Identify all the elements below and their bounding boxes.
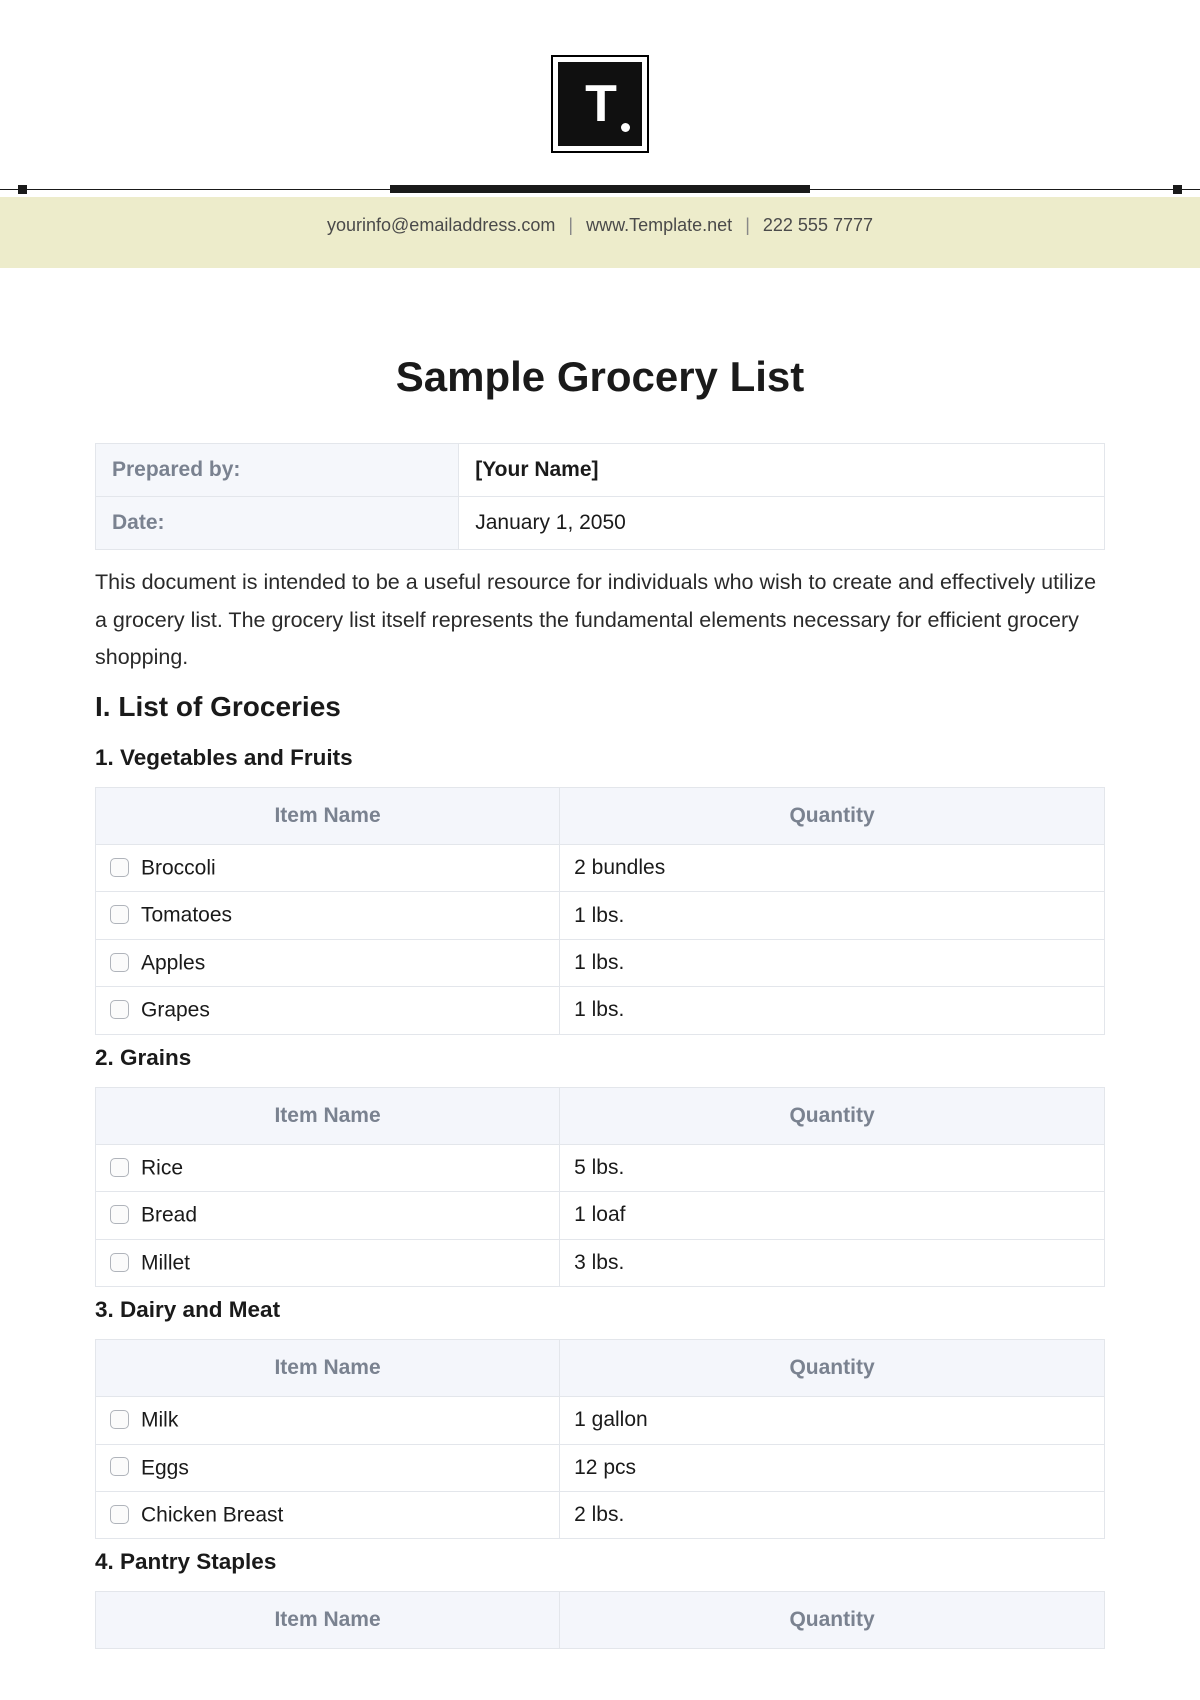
item-name: Eggs <box>141 1456 189 1479</box>
contact-phone: 222 555 7777 <box>763 215 873 235</box>
logo-container: T <box>0 0 1200 183</box>
table-row: Milk 1 gallon <box>96 1397 1105 1444</box>
contact-website: www.Template.net <box>586 215 732 235</box>
checkbox-icon[interactable] <box>110 858 129 877</box>
meta-table: Prepared by: [Your Name] Date: January 1… <box>95 443 1105 550</box>
item-cell: Eggs <box>96 1444 560 1491</box>
item-cell: Broccoli <box>96 844 560 891</box>
contact-info-band: yourinfo@emailaddress.com | www.Template… <box>0 197 1200 268</box>
column-header-item: Item Name <box>96 1340 560 1397</box>
logo-letter: T <box>585 74 615 134</box>
checkbox-icon[interactable] <box>110 1505 129 1524</box>
table-row: Bread 1 loaf <box>96 1192 1105 1239</box>
item-cell: Grapes <box>96 987 560 1034</box>
subsection-heading: 2. Grains <box>95 1045 1105 1071</box>
checkbox-icon[interactable] <box>110 1410 129 1429</box>
item-quantity: 2 bundles <box>560 844 1105 891</box>
logo-icon: T <box>551 55 649 153</box>
column-header-item: Item Name <box>96 1087 560 1144</box>
table-row: Chicken Breast 2 lbs. <box>96 1491 1105 1538</box>
item-quantity: 1 gallon <box>560 1397 1105 1444</box>
section-heading: I. List of Groceries <box>95 691 1105 723</box>
item-cell: Milk <box>96 1397 560 1444</box>
ruler-handle-right-icon <box>1173 185 1182 194</box>
item-name: Grapes <box>141 999 210 1022</box>
checkbox-icon[interactable] <box>110 1158 129 1177</box>
table-row: Tomatoes 1 lbs. <box>96 892 1105 939</box>
column-header-quantity: Quantity <box>560 1087 1105 1144</box>
subsection-heading: 4. Pantry Staples <box>95 1549 1105 1575</box>
page-title: Sample Grocery List <box>95 353 1105 401</box>
table-row: Apples 1 lbs. <box>96 939 1105 986</box>
table-row: Broccoli 2 bundles <box>96 844 1105 891</box>
column-header-quantity: Quantity <box>560 1340 1105 1397</box>
item-quantity: 5 lbs. <box>560 1144 1105 1191</box>
item-cell: Apples <box>96 939 560 986</box>
subsection-heading: 3. Dairy and Meat <box>95 1297 1105 1323</box>
checkbox-icon[interactable] <box>110 953 129 972</box>
checkbox-icon[interactable] <box>110 905 129 924</box>
ruler-handle-left-icon <box>18 185 27 194</box>
item-quantity: 1 lbs. <box>560 987 1105 1034</box>
column-header-item: Item Name <box>96 1592 560 1649</box>
item-cell: Bread <box>96 1192 560 1239</box>
item-name: Chicken Breast <box>141 1503 283 1526</box>
item-cell: Chicken Breast <box>96 1491 560 1538</box>
item-name: Apples <box>141 951 205 974</box>
date-label: Date: <box>96 497 459 550</box>
checkbox-icon[interactable] <box>110 1205 129 1224</box>
table-row: Eggs 12 pcs <box>96 1444 1105 1491</box>
table-row: Rice 5 lbs. <box>96 1144 1105 1191</box>
item-quantity: 1 lbs. <box>560 892 1105 939</box>
column-header-quantity: Quantity <box>560 787 1105 844</box>
item-quantity: 3 lbs. <box>560 1239 1105 1286</box>
prepared-by-value: [Your Name] <box>459 444 1105 497</box>
item-quantity: 12 pcs <box>560 1444 1105 1491</box>
checkbox-icon[interactable] <box>110 1253 129 1272</box>
grocery-table: Item NameQuantityMilk1 gallonEggs12 pcsC… <box>95 1339 1105 1539</box>
item-name: Broccoli <box>141 856 216 879</box>
item-name: Tomatoes <box>141 904 232 927</box>
item-quantity: 1 lbs. <box>560 939 1105 986</box>
date-value: January 1, 2050 <box>459 497 1105 550</box>
column-header-quantity: Quantity <box>560 1592 1105 1649</box>
item-name: Milk <box>141 1409 178 1432</box>
grocery-table: Item NameQuantity <box>95 1591 1105 1649</box>
table-row: Millet 3 lbs. <box>96 1239 1105 1286</box>
intro-paragraph: This document is intended to be a useful… <box>95 564 1105 677</box>
item-cell: Rice <box>96 1144 560 1191</box>
item-cell: Millet <box>96 1239 560 1286</box>
table-row: Grapes 1 lbs. <box>96 987 1105 1034</box>
item-cell: Tomatoes <box>96 892 560 939</box>
subsection-heading: 1. Vegetables and Fruits <box>95 745 1105 771</box>
item-quantity: 2 lbs. <box>560 1491 1105 1538</box>
item-name: Rice <box>141 1156 183 1179</box>
ruler-divider <box>0 183 1200 197</box>
grocery-table: Item NameQuantityRice5 lbs.Bread1 loafMi… <box>95 1087 1105 1287</box>
item-name: Millet <box>141 1251 190 1274</box>
prepared-by-label: Prepared by: <box>96 444 459 497</box>
checkbox-icon[interactable] <box>110 1457 129 1476</box>
checkbox-icon[interactable] <box>110 1000 129 1019</box>
item-quantity: 1 loaf <box>560 1192 1105 1239</box>
logo-dot-icon <box>621 123 630 132</box>
contact-email: yourinfo@emailaddress.com <box>327 215 555 235</box>
item-name: Bread <box>141 1204 197 1227</box>
grocery-table: Item NameQuantityBroccoli2 bundlesTomato… <box>95 787 1105 1035</box>
column-header-item: Item Name <box>96 787 560 844</box>
